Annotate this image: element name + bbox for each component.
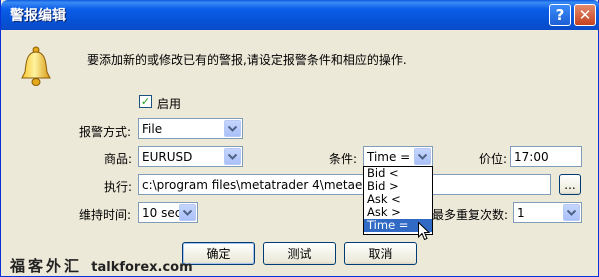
watermark-site: talkforex.com bbox=[91, 260, 193, 275]
condition-select[interactable]: Time = bbox=[363, 146, 433, 167]
alert-type-value: File bbox=[142, 122, 163, 136]
price-input[interactable]: 17:00 bbox=[510, 146, 582, 167]
timeout-value: 10 sec bbox=[142, 206, 182, 220]
enable-checkbox[interactable]: ✓ bbox=[139, 95, 152, 108]
alert-editor-dialog: 警报编辑 ? ✕ 要添加新的或修改已有的警报,请设定报警条件和相应的操作. ✓ … bbox=[0, 0, 599, 277]
condition-label: 条件: bbox=[329, 152, 358, 166]
max-iterations-value: 1 bbox=[517, 206, 525, 220]
chevron-down-icon[interactable] bbox=[414, 148, 431, 165]
chevron-down-icon[interactable] bbox=[563, 204, 580, 221]
chevron-down-icon[interactable] bbox=[179, 204, 196, 221]
timeout-select[interactable]: 10 sec bbox=[138, 202, 198, 223]
execute-path-input[interactable]: c:\program files\metatrader 4\metaeditor… bbox=[138, 174, 551, 195]
max-iterations-label: 最多重复次数: bbox=[432, 208, 509, 222]
help-button[interactable]: ? bbox=[549, 4, 571, 26]
chevron-down-icon[interactable] bbox=[224, 148, 241, 165]
symbol-value: EURUSD bbox=[142, 150, 193, 164]
timeout-label: 维持时间: bbox=[79, 208, 132, 222]
mouse-cursor-icon bbox=[418, 222, 430, 241]
bell-icon bbox=[21, 46, 51, 86]
max-iterations-select[interactable]: 1 bbox=[513, 202, 582, 223]
symbol-select[interactable]: EURUSD bbox=[138, 146, 243, 167]
ok-button[interactable]: 确定 bbox=[182, 242, 255, 265]
cancel-button[interactable]: 取消 bbox=[344, 242, 417, 265]
price-value: 17:00 bbox=[514, 150, 549, 164]
title-bar[interactable]: 警报编辑 ? ✕ bbox=[1, 0, 599, 30]
watermark-chinese: 福客外汇 bbox=[10, 257, 83, 275]
chevron-down-icon[interactable] bbox=[224, 120, 241, 137]
alert-type-select[interactable]: File bbox=[138, 118, 243, 139]
enable-label: 启用 bbox=[157, 97, 182, 111]
test-button[interactable]: 测试 bbox=[263, 242, 336, 265]
alert-type-label: 报警方式: bbox=[79, 125, 132, 139]
intro-text: 要添加新的或修改已有的警报,请设定报警条件和相应的操作. bbox=[87, 53, 407, 67]
browse-button[interactable]: ... bbox=[559, 174, 581, 195]
watermark: 福客外汇 talkforex.com bbox=[10, 255, 193, 276]
close-button[interactable]: ✕ bbox=[574, 4, 596, 26]
execute-label: 执行: bbox=[104, 180, 133, 194]
window-title: 警报编辑 bbox=[10, 8, 66, 24]
price-label: 价位: bbox=[479, 152, 508, 166]
condition-value: Time = bbox=[367, 150, 411, 164]
symbol-label: 商品: bbox=[104, 152, 133, 166]
